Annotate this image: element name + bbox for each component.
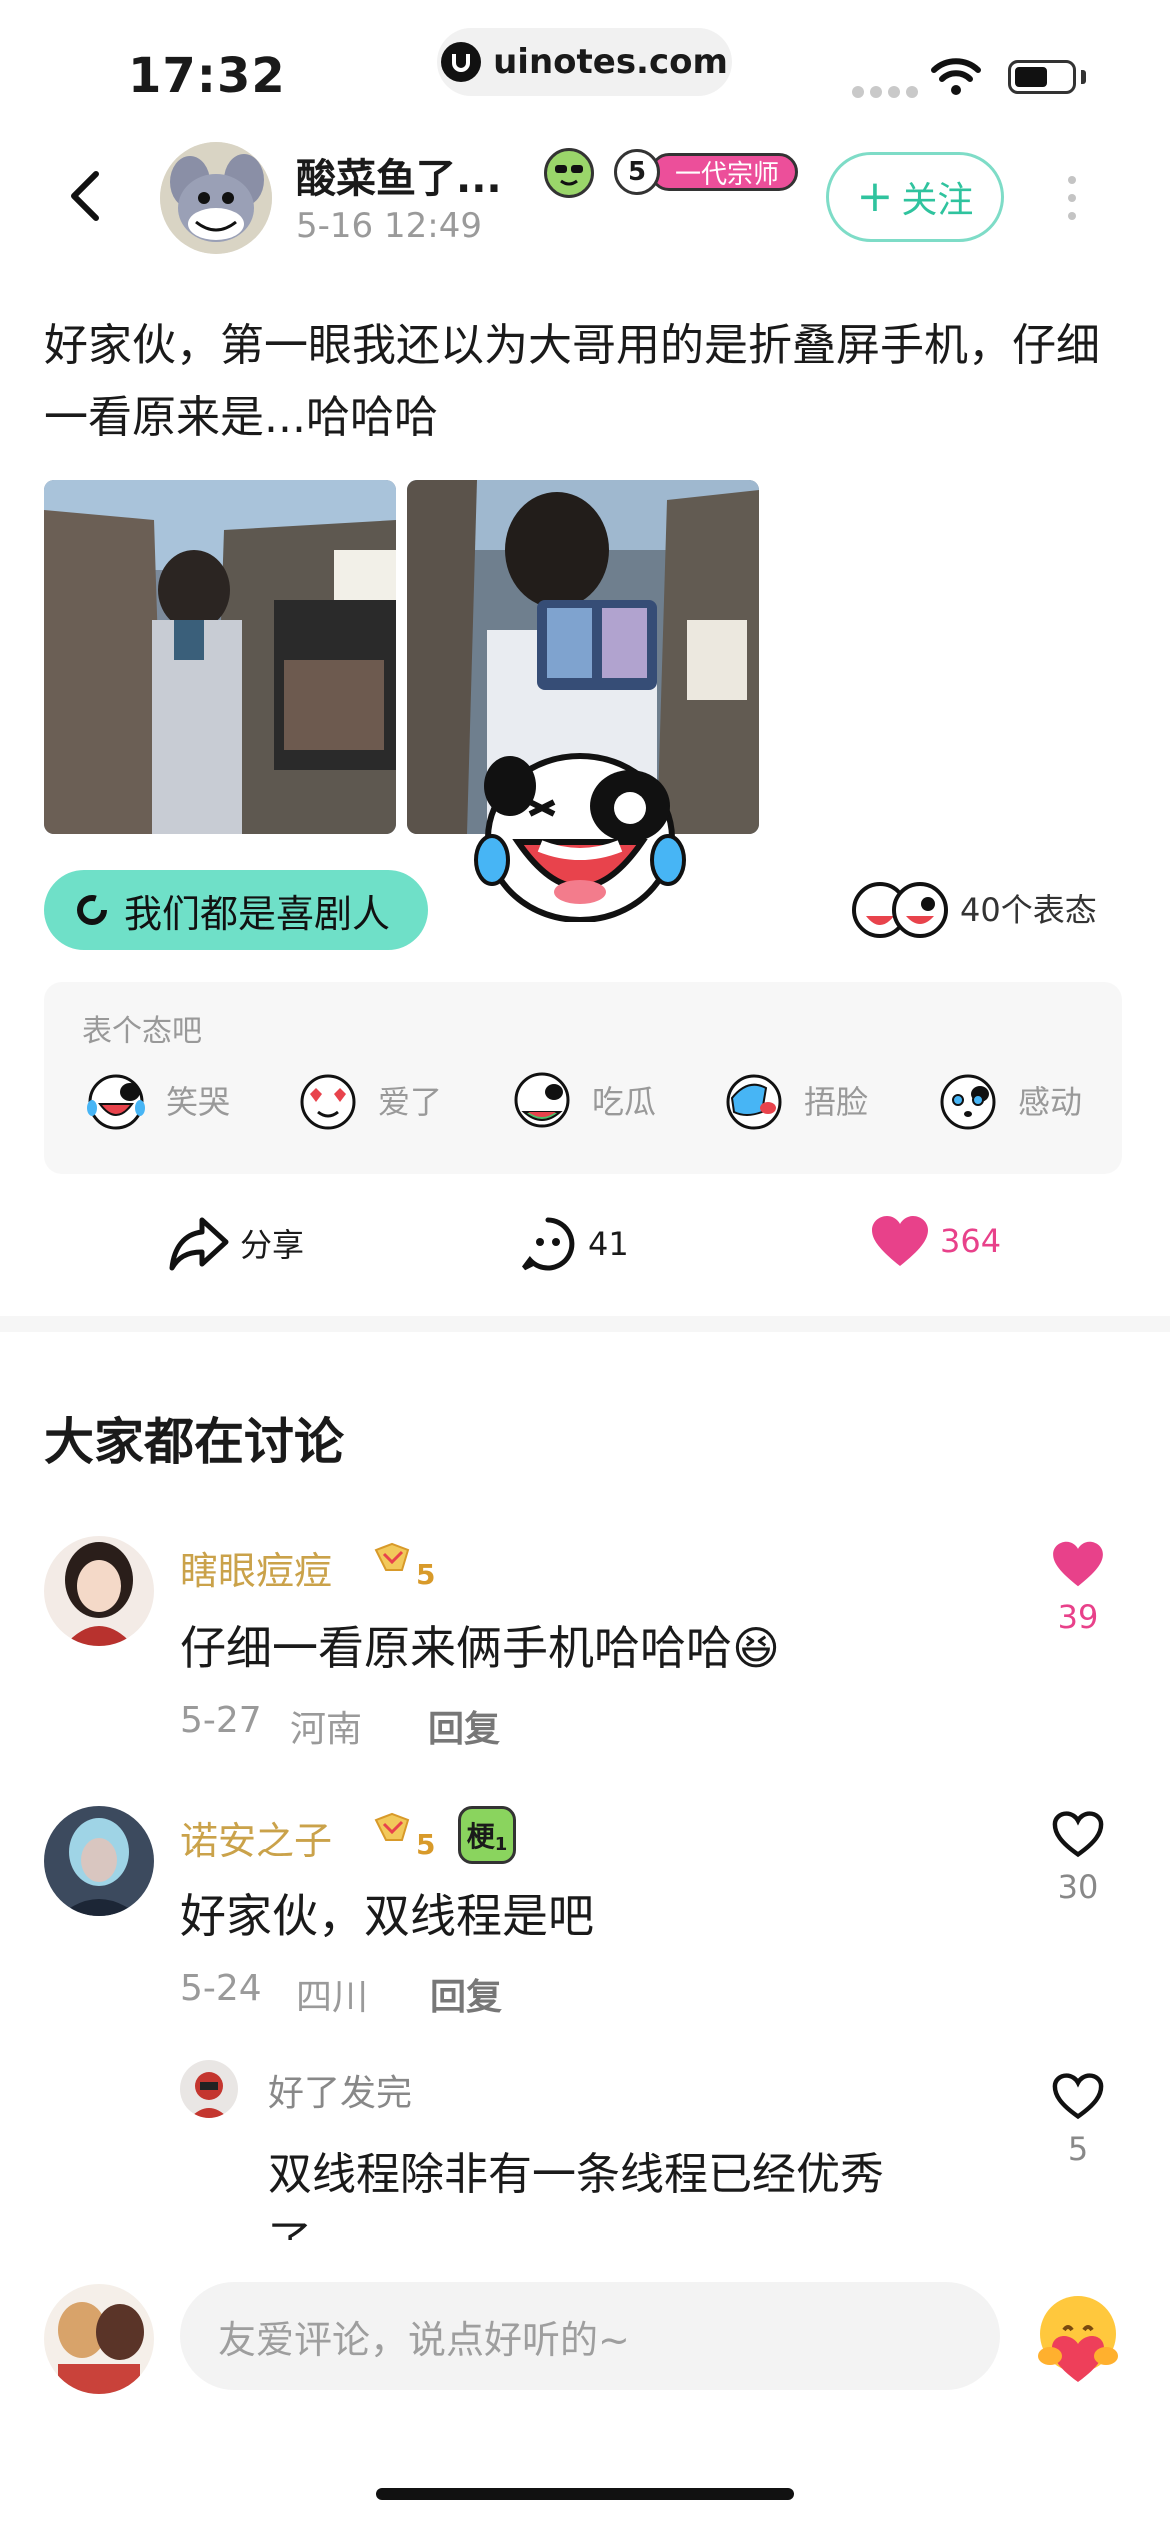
comment-location: 河南: [290, 1709, 363, 1750]
url-pill[interactable]: uinotes.com: [437, 28, 732, 96]
post-time: 5-16 12:49: [296, 206, 482, 246]
reaction-label: 吃瓜: [592, 1083, 657, 1121]
back-arrow-icon[interactable]: [58, 166, 118, 226]
sunglasses-badge-icon: [544, 148, 594, 198]
commenter-name[interactable]: 诺安之子: [180, 1810, 332, 1865]
author-name[interactable]: 酸菜鱼了...: [296, 146, 502, 204]
commenter-avatar[interactable]: [44, 1536, 154, 1646]
meme-badge-icon: 梗 1: [458, 1806, 516, 1864]
facepalm-dog-icon: [726, 1074, 782, 1130]
reaction-label: 感动: [1018, 1083, 1083, 1121]
laugh-cry-dog-icon: [87, 1074, 145, 1130]
touched-dog-icon: [940, 1074, 996, 1130]
reaction-love[interactable]: 爱了: [296, 1068, 442, 1132]
section-divider: [0, 1316, 1170, 1332]
comment-count: 41: [588, 1225, 629, 1263]
comment-input-placeholder: 友爱评论，说点好听的~: [218, 2317, 630, 2362]
comment-bubble-icon: [522, 1217, 575, 1271]
comments-section-title: 大家都在讨论: [44, 1413, 344, 1471]
share-arrow-icon: [169, 1217, 229, 1271]
reaction-avatars-icon: [852, 882, 948, 938]
heart-filled-icon: [1053, 1541, 1103, 1587]
my-avatar[interactable]: [44, 2284, 154, 2394]
heart-eyes-dog-icon: [300, 1074, 356, 1130]
comment-button[interactable]: 41: [518, 1214, 629, 1274]
commenter-avatar[interactable]: [44, 1806, 154, 1916]
author-avatar[interactable]: [160, 142, 272, 254]
reaction-facepalm[interactable]: 捂脸: [722, 1068, 868, 1132]
reply-like-button[interactable]: 5: [1038, 2072, 1118, 2168]
watermelon-dog-icon: [514, 1072, 570, 1128]
comment-text: 好家伙，双线程是吧: [180, 1889, 594, 1943]
comment-date: 5-27: [180, 1700, 262, 1741]
topic-refresh-icon: [77, 895, 107, 925]
comment-like-count: 30: [1057, 1868, 1099, 1906]
topic-tag[interactable]: 我们都是喜剧人: [44, 870, 429, 950]
reaction-touched[interactable]: 感动: [936, 1068, 1082, 1132]
comment-location: 四川: [296, 1977, 369, 2018]
commenter-name[interactable]: 瞎眼痘痘: [180, 1540, 332, 1595]
level-number: 5: [416, 1828, 436, 1861]
reaction-watermelon[interactable]: 吃瓜: [510, 1068, 656, 1132]
home-indicator[interactable]: [376, 2488, 794, 2500]
reply-button[interactable]: 回复: [430, 1968, 502, 2020]
reaction-label: 爱了: [378, 1083, 443, 1121]
follow-label: 关注: [901, 180, 974, 221]
meme-badge-text: 梗: [466, 1820, 495, 1853]
reaction-count: 40个表态: [960, 891, 1097, 929]
comment-like-count: 39: [1057, 1598, 1099, 1636]
more-options-icon[interactable]: [1068, 176, 1076, 220]
reaction-laugh-cry[interactable]: 笑哭: [84, 1068, 230, 1132]
url-text: uinotes.com: [493, 42, 728, 82]
comment-date: 5-24: [180, 1968, 262, 2009]
cellular-signal-icon: [852, 86, 918, 98]
heart-filled-icon: [872, 1216, 928, 1266]
meme-badge-level: 1: [494, 1833, 508, 1855]
topic-tag-label: 我们都是喜剧人: [124, 891, 391, 936]
reply-author-name[interactable]: 好了发完: [268, 2064, 412, 2116]
level-number: 5: [614, 149, 660, 195]
comment-like-button[interactable]: 39: [1038, 1540, 1118, 1636]
title-badge-text: 一代宗师: [650, 153, 799, 191]
reaction-label: 捂脸: [804, 1083, 869, 1121]
like-count: 364: [940, 1222, 1002, 1260]
post-photo-1[interactable]: [44, 480, 396, 834]
level-badge-icon: 5: [372, 1810, 438, 1861]
laughing-dog-sticker-icon: [474, 753, 686, 922]
battery-tip: [1081, 70, 1086, 84]
like-button[interactable]: 364: [870, 1214, 1001, 1268]
wifi-icon: [931, 58, 981, 95]
reaction-panel-title: 表个态吧: [82, 1014, 202, 1049]
plus-icon: +: [856, 171, 894, 222]
follow-button[interactable]: + 关注: [826, 152, 1004, 242]
reply-text-line-1: 双线程除非有一条线程已经优秀: [268, 2149, 884, 2200]
site-logo-icon: [441, 42, 482, 82]
heart-outline-icon: [1052, 2073, 1104, 2120]
level-number: 5: [416, 1558, 436, 1591]
reply-like-count: 5: [1067, 2130, 1089, 2168]
battery-icon: [1008, 60, 1076, 94]
comment-text: 仔细一看原来俩手机哈哈哈😆: [180, 1621, 780, 1675]
post-text: 好家伙，第一眼我还以为大哥用的是折叠屏手机，仔细一看原来是...哈哈哈: [44, 320, 1100, 443]
title-badge: 5 一代宗师: [614, 149, 799, 195]
heart-outline-icon: [1052, 1811, 1104, 1858]
hug-emoji-icon[interactable]: [1030, 2290, 1126, 2386]
comment-like-button[interactable]: 30: [1038, 1810, 1118, 1906]
share-label: 分享: [240, 1226, 305, 1264]
share-button[interactable]: 分享: [168, 1214, 304, 1272]
reply-button[interactable]: 回复: [428, 1700, 500, 1752]
level-badge-icon: 5: [372, 1540, 438, 1591]
reaction-label: 笑哭: [166, 1083, 231, 1121]
reply-avatar[interactable]: [180, 2060, 238, 2118]
comment-input[interactable]: 友爱评论，说点好听的~: [180, 2282, 1000, 2390]
reaction-summary[interactable]: 40个表态: [850, 876, 1097, 940]
status-time: 17:32: [128, 48, 286, 104]
